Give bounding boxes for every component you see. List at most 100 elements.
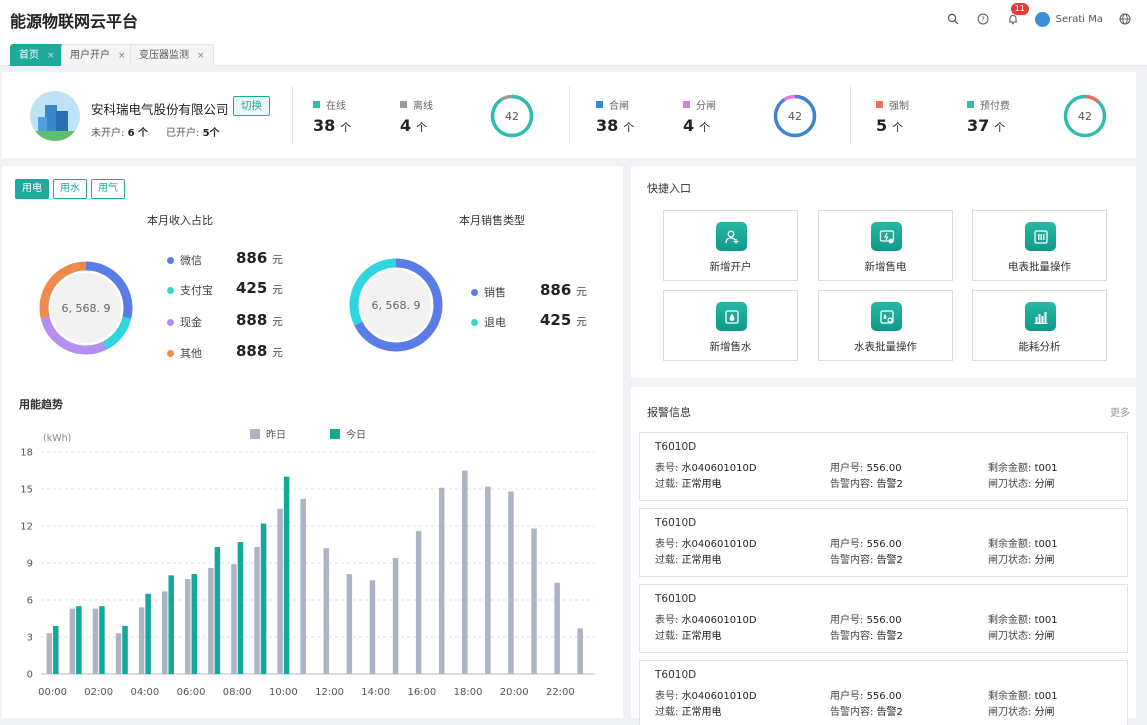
value-number: 38 [313, 116, 336, 135]
tab-label: 用户开户 [70, 50, 110, 61]
income-legend-item: 支付宝 [167, 282, 213, 298]
bar-yesterday [485, 486, 491, 674]
tab-user-account[interactable]: 用户开户 × [61, 44, 135, 66]
meter-label: 表号: [655, 539, 679, 550]
value-unit: 个 [699, 121, 711, 134]
income-legend-item: 其他 [167, 345, 202, 361]
forced-label: 强制 [876, 97, 909, 112]
close-value: 38 个 [596, 116, 634, 135]
tab-electricity[interactable]: 用电 [15, 179, 49, 199]
quick-water-meter-batch[interactable]: 水表批量操作 [818, 290, 953, 361]
tab-transformer-monitor[interactable]: 变压器监测 × [130, 44, 214, 66]
alarm-field: 用户号: 556.00 [830, 459, 902, 474]
quick-add-electric-sale[interactable]: 新增售电 [818, 210, 953, 281]
sales-donut-chart: 6, 568. 9 [349, 258, 443, 352]
quick-energy-analysis[interactable]: 能耗分析 [972, 290, 1107, 361]
x-tick-label: 00:00 [38, 687, 67, 698]
online-offline-ring: 42 [490, 94, 534, 138]
bar-today [99, 606, 105, 674]
alarm-card[interactable]: T6010D 表号: 水040601010D 用户号: 556.00 剩余金额: t0… [639, 584, 1128, 653]
tab-close-icon[interactable]: × [47, 45, 55, 66]
bar-yesterday [185, 579, 191, 674]
switch-company-button[interactable]: 切换 [233, 96, 270, 116]
overload-value: 正常用电 [681, 479, 722, 490]
value-number: 888 [236, 311, 268, 329]
legend-square [400, 101, 407, 108]
sales-legend-value: 886 元 [540, 281, 587, 299]
y-tick-label: 15 [20, 485, 33, 496]
user-label: 用户号: [830, 539, 864, 550]
opened-value: 5个 [202, 128, 220, 139]
legend-name: 支付宝 [180, 284, 213, 297]
bar-yesterday [277, 508, 283, 674]
label-text: 强制 [889, 101, 909, 112]
electric-sale-icon [871, 222, 902, 251]
value-unit: 个 [340, 121, 352, 134]
alarm-title: T6010D [655, 669, 697, 681]
overload-label: 过载: [655, 707, 679, 718]
tab-close-icon[interactable]: × [197, 45, 205, 66]
search-icon[interactable] [945, 11, 961, 27]
quick-meter-batch[interactable]: 电表批量操作 [972, 210, 1107, 281]
tab-water[interactable]: 用水 [53, 179, 87, 199]
notification-badge: 11 [1010, 3, 1029, 15]
label-text: 合闸 [609, 101, 629, 112]
user-label: 用户号: [830, 463, 864, 474]
alarm-title: T6010D [655, 593, 697, 605]
payment-mode-ring: 42 [1063, 94, 1107, 138]
alarm-field: 闸刀状态: 分闸 [988, 627, 1055, 642]
y-tick-label: 6 [27, 596, 33, 607]
bar-today [260, 523, 267, 674]
help-icon[interactable]: ? [975, 11, 991, 27]
meter-label: 表号: [655, 691, 679, 702]
income-legend-value: 888 元 [236, 311, 283, 329]
bar-today [214, 546, 221, 674]
quick-add-account[interactable]: 新增开户 [663, 210, 798, 281]
more-link[interactable]: 更多 [1110, 404, 1130, 419]
close-label: 合闸 [596, 97, 629, 112]
income-legend-item: 微信 [167, 252, 202, 268]
company-logo [30, 91, 80, 141]
income-title: 本月收入占比 [147, 214, 213, 227]
overload-value: 正常用电 [681, 707, 722, 718]
balance-label: 剩余金额: [988, 539, 1032, 550]
label-text: 离线 [413, 101, 433, 112]
alarm-card[interactable]: T6010D 表号: 水040601010D 用户号: 556.00 剩余金额: t0… [639, 660, 1128, 725]
language-icon[interactable] [1117, 11, 1133, 27]
energy-trend-chart: (kWh) 0 3 6 9 12 15 18 00:00 02:00 04:00 06:00 08:00… [20, 433, 595, 698]
alarm-field: 闸刀状态: 分闸 [988, 475, 1055, 490]
alarm-field: 告警内容: 告警2 [830, 703, 903, 718]
legend-dot [167, 319, 174, 326]
tab-label: 变压器监测 [139, 50, 189, 61]
tab-close-icon[interactable]: × [118, 45, 126, 66]
overload-label: 过载: [655, 479, 679, 490]
switch-label: 闸刀状态: [988, 631, 1032, 642]
bell-icon[interactable]: 11 [1005, 3, 1029, 27]
tab-gas[interactable]: 用气 [91, 179, 125, 199]
quick-label: 水表批量操作 [854, 341, 917, 353]
alarm-card[interactable]: T6010D 表号: 水040601010D 用户号: 556.00 剩余金额: t0… [639, 432, 1128, 501]
balance-value: t001 [1034, 539, 1058, 550]
balance-value: t001 [1034, 615, 1058, 626]
overload-value: 正常用电 [681, 555, 722, 566]
alarm-field: T6010D [655, 441, 696, 453]
legend-name: 现金 [180, 316, 202, 329]
meter-label: 表号: [655, 615, 679, 626]
legend-square [596, 101, 603, 108]
value-number: 37 [967, 116, 990, 135]
bar-yesterday [415, 530, 422, 674]
meter-value: 水040601010D [681, 463, 757, 474]
alarm-field: 剩余金额: t001 [988, 459, 1058, 474]
unopened-value: 6 个 [127, 128, 149, 139]
balance-label: 剩余金额: [988, 615, 1032, 626]
y-tick-label: 3 [27, 633, 33, 644]
quick-add-water-sale[interactable]: 新增售水 [663, 290, 798, 361]
opened-label: 已开户: [166, 128, 200, 139]
alarm-card[interactable]: T6010D 表号: 水040601010D 用户号: 556.00 剩余金额: t0… [639, 508, 1128, 577]
content-value: 告警2 [876, 631, 903, 642]
y-tick-label: 9 [27, 559, 33, 570]
user-menu[interactable]: Serati Ma [1034, 11, 1103, 27]
bar-yesterday [138, 607, 145, 674]
x-tick-label: 10:00 [269, 687, 298, 698]
tab-home[interactable]: 首页 × [10, 44, 64, 66]
